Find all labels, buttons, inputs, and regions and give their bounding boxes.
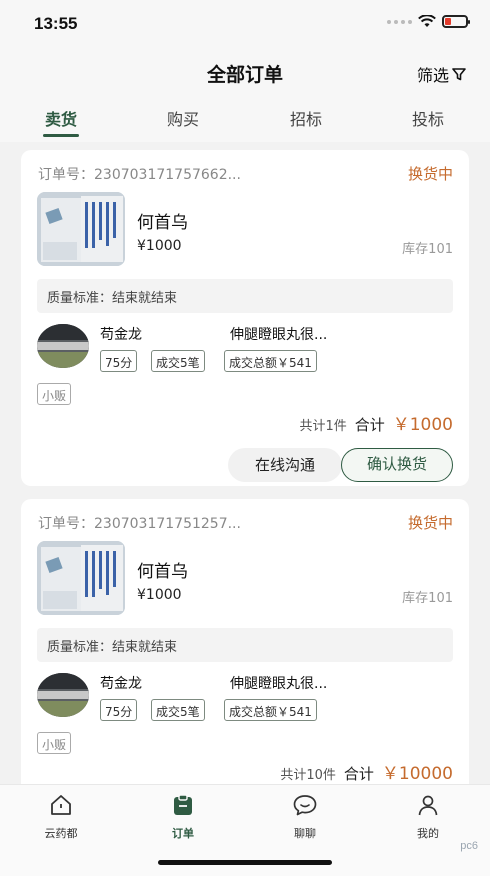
product-image[interactable] <box>37 541 125 615</box>
seller-score-tag: 75分 <box>100 699 138 721</box>
order-number: 订单号：230703171751257... <box>38 516 241 532</box>
tabbar-label: 云药都 <box>44 827 78 840</box>
status-icons <box>387 15 470 28</box>
status-bar: 13:55 <box>0 0 490 48</box>
product-name: 何首乌 <box>137 562 188 582</box>
tab-label: 卖货 <box>44 110 77 129</box>
order-total-row: 共计10件 合计 ￥10000 <box>280 759 453 784</box>
tabbar-item-home[interactable]: 云药都 <box>26 793 96 841</box>
seller-score-tag: 75分 <box>100 350 138 372</box>
quality-standard: 质量标准：结束就结束 <box>37 279 453 313</box>
quality-standard: 质量标准：结束就结束 <box>37 628 453 662</box>
tabbar-item-chat[interactable]: 聊聊 <box>270 793 340 841</box>
seller-avatar[interactable] <box>37 673 89 717</box>
signal-icon <box>387 19 412 24</box>
home-indicator[interactable] <box>158 860 332 865</box>
tab-label: 购买 <box>166 110 199 129</box>
seller-type-tag: 小贩 <box>37 383 72 405</box>
filter-icon <box>452 68 466 81</box>
seller-name: 苟金龙 <box>100 327 142 343</box>
home-icon <box>51 795 71 815</box>
tab-bid[interactable]: 投标 <box>398 106 458 130</box>
total-amount: ￥10000 <box>381 764 453 784</box>
tabbar-label: 订单 <box>172 827 194 840</box>
order-card[interactable]: 订单号：230703171751257... 换货中 何首乌 ¥1000 库存1… <box>21 499 469 784</box>
tabbar-label: 我的 <box>417 827 439 840</box>
order-list[interactable]: 订单号：230703171757662... 换货中 何首乌 ¥1000 库存1… <box>0 142 490 784</box>
tab-label: 投标 <box>411 110 444 129</box>
order-number: 订单号：230703171757662... <box>38 167 241 183</box>
tab-sell[interactable]: 卖货 <box>31 106 91 137</box>
seller-avatar-graphic <box>37 673 89 717</box>
order-card[interactable]: 订单号：230703171757662... 换货中 何首乌 ¥1000 库存1… <box>21 150 469 486</box>
battery-icon <box>442 15 470 28</box>
item-count: 共计1件 <box>299 419 347 434</box>
order-icon <box>174 794 192 815</box>
product-image-graphic <box>37 541 125 615</box>
seller-name: 苟金龙 <box>100 676 142 692</box>
seller-deals-tag: 成交5笔 <box>151 350 205 372</box>
item-count: 共计10件 <box>280 768 336 783</box>
order-total-row: 共计1件 合计 ￥1000 <box>299 410 453 435</box>
product-image[interactable] <box>37 192 125 266</box>
product-name: 何首乌 <box>137 213 188 233</box>
tabbar-label: 聊聊 <box>294 827 316 840</box>
product-stock: 库存101 <box>402 591 453 606</box>
nav-header: 全部订单 筛选 <box>0 48 490 98</box>
tab-buy[interactable]: 购买 <box>153 106 213 130</box>
seller-deals-tag: 成交5笔 <box>151 699 205 721</box>
product-image-graphic <box>37 192 125 266</box>
status-time: 13:55 <box>34 14 78 33</box>
order-tabs: 卖货 购买 招标 投标 <box>0 98 490 142</box>
watermark-logo: pc6 <box>460 840 478 852</box>
chat-icon <box>293 795 317 816</box>
seller-type-tag: 小贩 <box>37 732 72 754</box>
tabbar-item-profile[interactable]: 我的 <box>393 793 463 841</box>
product-stock: 库存101 <box>402 242 453 257</box>
order-status: 换货中 <box>407 514 453 532</box>
tab-tender[interactable]: 招标 <box>276 106 336 130</box>
order-status: 换货中 <box>407 165 453 183</box>
total-label: 合计 <box>343 765 374 783</box>
seller-description: 伸腿瞪眼丸很... <box>230 676 328 692</box>
wifi-icon <box>418 15 436 27</box>
product-price: ¥1000 <box>137 238 182 254</box>
seller-description: 伸腿瞪眼丸很... <box>230 327 328 343</box>
confirm-exchange-button[interactable]: 确认换货 <box>341 448 453 482</box>
online-chat-button[interactable]: 在线沟通 <box>228 448 342 482</box>
filter-button[interactable]: 筛选 <box>417 62 466 86</box>
total-label: 合计 <box>354 416 385 434</box>
tabbar-item-orders[interactable]: 订单 <box>148 793 218 841</box>
seller-avatar-graphic <box>37 324 89 368</box>
filter-label: 筛选 <box>416 66 449 85</box>
profile-icon <box>418 795 438 816</box>
product-price: ¥1000 <box>137 587 182 603</box>
seller-avatar[interactable] <box>37 324 89 368</box>
seller-total-tag: 成交总额￥541 <box>224 350 317 372</box>
total-amount: ￥1000 <box>392 415 453 435</box>
seller-total-tag: 成交总额￥541 <box>224 699 317 721</box>
tab-label: 招标 <box>289 110 322 129</box>
tab-active-indicator <box>43 134 79 137</box>
